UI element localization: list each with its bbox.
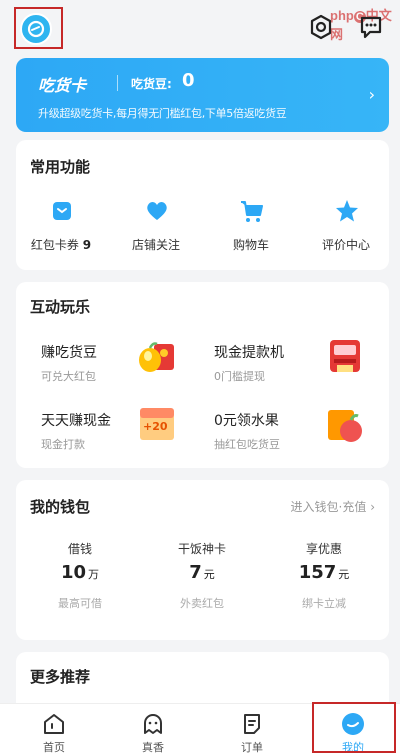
home-icon — [44, 714, 64, 734]
chihuo-card-title: 吃货卡 — [38, 76, 87, 95]
wallet-label: 借钱 — [67, 542, 92, 556]
heart-icon — [147, 202, 167, 220]
play-sub: 现金打款 — [41, 438, 85, 451]
order-icon — [244, 714, 260, 734]
wallet-section: 我的钱包 进入钱包·充值 › 借钱 10 万 最高可借 干饭神卡 7元 外卖红包 … — [16, 480, 389, 640]
star-icon — [336, 200, 358, 222]
wallet-unit: 元 — [203, 568, 215, 581]
nav-label: 真香 — [142, 741, 164, 753]
play-sub: 可兑大红包 — [41, 370, 96, 383]
chevron-right-icon: › — [368, 85, 375, 104]
message-icon[interactable] — [358, 14, 384, 40]
play-item-cash-machine[interactable]: 现金提款机 0门槛提现 — [214, 340, 384, 402]
func-label: 店铺关注 — [131, 238, 180, 252]
nav-item-orders[interactable]: 订单 — [212, 704, 292, 753]
beans-value: 0 — [182, 70, 195, 91]
nav-item-home[interactable]: 首页 — [14, 704, 94, 753]
avatar[interactable] — [20, 13, 52, 45]
fruit-gift-icon — [328, 410, 362, 442]
bean-redpacket-icon — [139, 342, 174, 372]
chihuo-card[interactable]: 吃货卡 吃货豆: 0 升级超级吃货卡,每月得无门槛红包,下单5倍返吃货豆 › — [16, 58, 389, 132]
func-label: 评价中心 — [321, 238, 370, 252]
active-tab-highlight — [312, 702, 396, 753]
play-title: 0元领水果 — [214, 413, 279, 429]
beans-label: 吃货豆: — [131, 77, 172, 91]
wallet-sub: 绑卡立减 — [302, 597, 346, 610]
divider — [117, 75, 118, 91]
atm-icon — [330, 340, 360, 372]
play-sub: 0门槛提现 — [214, 370, 265, 383]
func-label: 购物车 — [232, 238, 269, 252]
play-item-daily-cash[interactable]: 天天赚现金 现金打款 +20 — [41, 408, 211, 470]
wallet-sub: 最高可借 — [58, 597, 102, 610]
nav-item-zhenxiang[interactable]: 真香 — [113, 704, 193, 753]
play-title: 赚吃货豆 — [41, 345, 97, 361]
section-title: 互动玩乐 — [30, 298, 91, 316]
interactive-play-section: 互动玩乐 赚吃货豆 可兑大红包 现金提款机 0门槛提现 天天赚现金 现金打款 +… — [16, 282, 389, 468]
cart-icon — [241, 201, 263, 222]
play-title: 现金提款机 — [214, 345, 284, 361]
func-count: 9 — [82, 238, 92, 252]
wallet-icon — [53, 202, 71, 220]
wallet-value: 7 — [189, 562, 202, 583]
chevron-right-icon: › — [370, 500, 375, 514]
settings-icon[interactable] — [308, 14, 334, 40]
common-functions-section: 常用功能 红包卡券 9 店铺关注 购物车 评价中心 — [16, 140, 389, 270]
nav-label: 首页 — [43, 741, 65, 753]
wallet-unit: 元 — [338, 568, 350, 581]
app-logo-icon — [27, 20, 45, 38]
func-label: 红包卡券 — [30, 238, 79, 252]
bonus-badge: +20 — [143, 420, 168, 433]
section-title: 更多推荐 — [30, 668, 91, 686]
nav-label: 订单 — [241, 741, 263, 753]
play-title: 天天赚现金 — [41, 413, 111, 429]
wallet-sub: 外卖红包 — [180, 597, 224, 610]
wallet-label: 干饭神卡 — [177, 542, 226, 556]
wallet-value: 157 — [298, 562, 337, 583]
cash-plus20-icon: +20 — [136, 404, 178, 446]
top-bar: php C 中文网 — [0, 0, 400, 58]
ghost-icon — [144, 714, 162, 734]
section-title: 我的钱包 — [30, 498, 91, 516]
avatar-highlight — [14, 7, 63, 49]
play-sub: 抽红包吃货豆 — [214, 438, 280, 451]
section-title: 常用功能 — [30, 158, 91, 176]
wallet-value: 10 — [60, 562, 87, 583]
wallet-unit: 万 — [88, 568, 100, 581]
wallet-link[interactable]: 进入钱包·充值 › — [291, 498, 375, 515]
play-item-earn-beans[interactable]: 赚吃货豆 可兑大红包 — [41, 342, 211, 402]
chihuo-card-subtitle: 升级超级吃货卡,每月得无门槛红包,下单5倍返吃货豆 — [38, 107, 287, 120]
wallet-link-label: 进入钱包·充值 — [290, 500, 367, 514]
wallet-label: 享优惠 — [305, 542, 342, 556]
play-item-free-fruit[interactable]: 0元领水果 抽红包吃货豆 — [214, 410, 384, 470]
